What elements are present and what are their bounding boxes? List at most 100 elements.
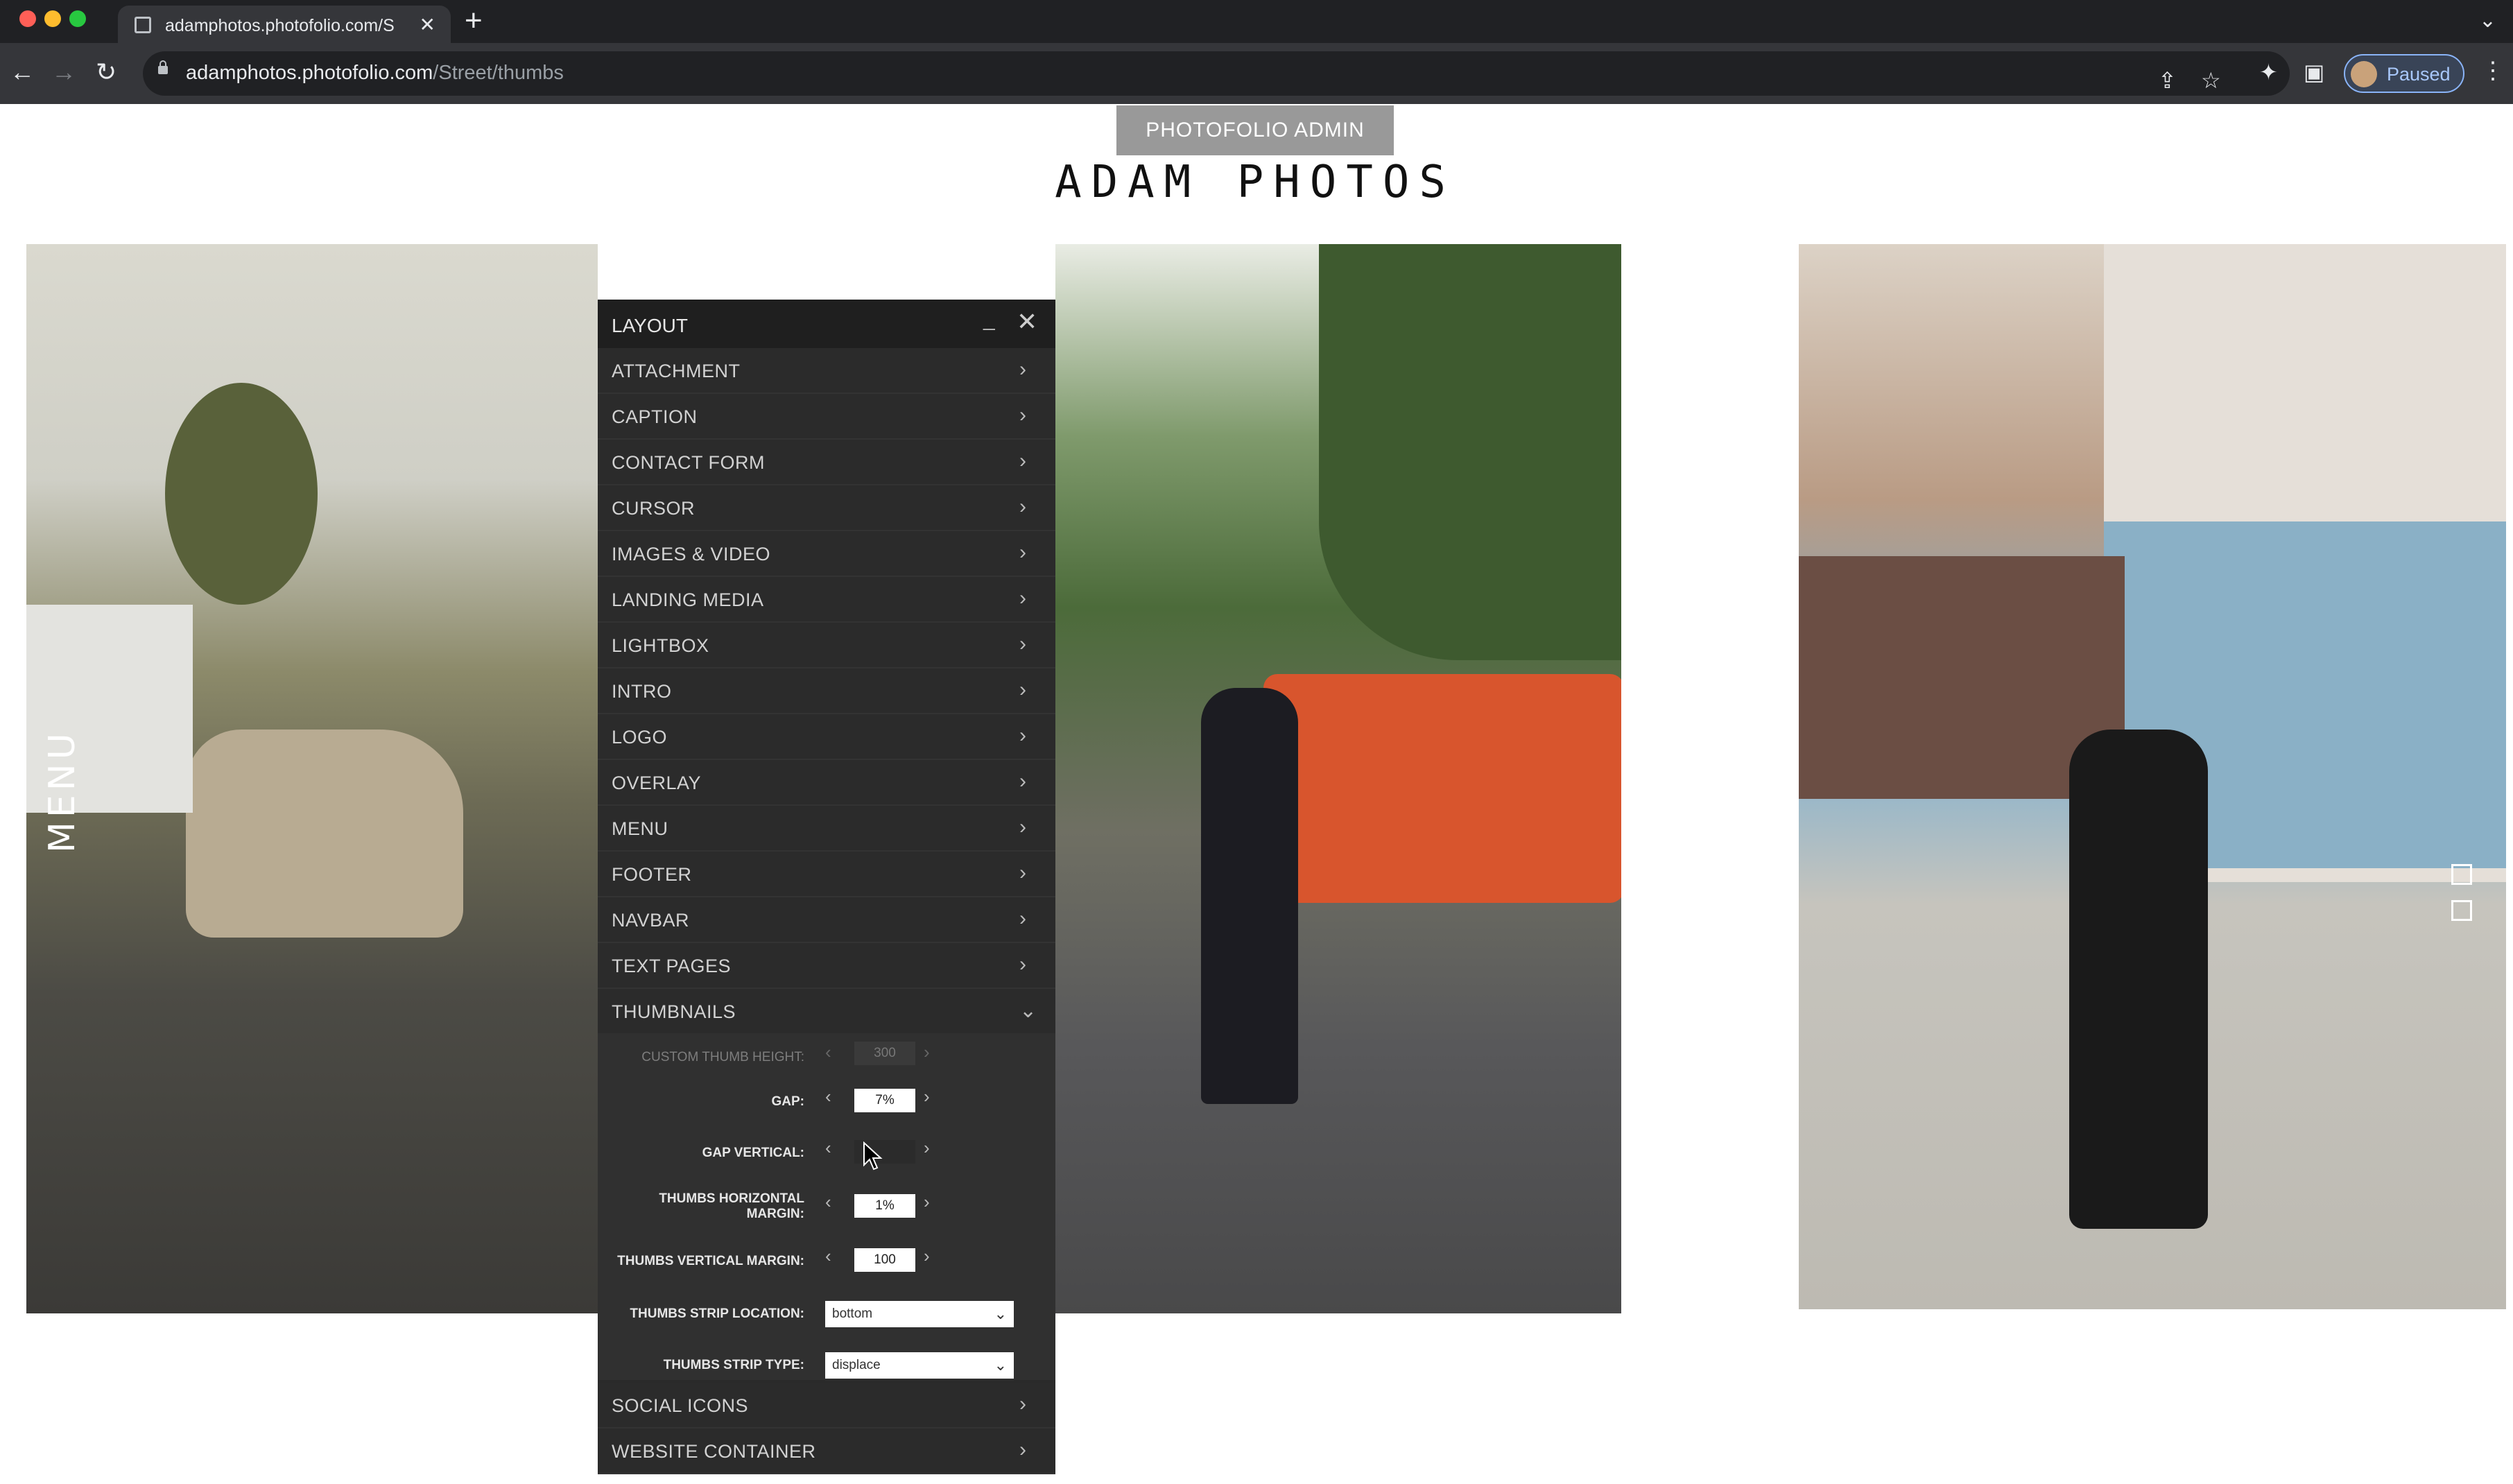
minimize-window-button[interactable] <box>44 10 61 27</box>
section-label: OVERLAY <box>612 773 702 793</box>
close-window-button[interactable] <box>19 10 36 27</box>
thumbs-vertical-margin-input[interactable]: 100 <box>854 1248 915 1272</box>
decrement-gap-vertical-icon[interactable]: ‹ <box>825 1137 831 1159</box>
tab-close-icon[interactable]: ✕ <box>420 13 435 36</box>
sidebar-icon[interactable]: ▣ <box>2304 58 2324 86</box>
chevron-down-icon: ⌄ <box>994 1305 1007 1322</box>
thumbs-strip-type-select[interactable]: displace ⌄ <box>825 1352 1014 1379</box>
chevron-right-icon: › <box>1019 861 1026 884</box>
view-toggle-icons <box>2451 864 2472 936</box>
car-shape <box>186 730 463 938</box>
select-value: displace <box>832 1358 881 1372</box>
share-icon[interactable]: ⇪ <box>2158 67 2177 94</box>
new-tab-button[interactable]: + <box>465 6 483 36</box>
reload-icon[interactable]: ↻ <box>96 57 116 87</box>
section-attachment[interactable]: ATTACHMENT › <box>598 348 1055 394</box>
section-caption[interactable]: CAPTION › <box>598 394 1055 440</box>
section-navbar[interactable]: NAVBAR › <box>598 897 1055 943</box>
increment-v-margin-icon[interactable]: › <box>924 1245 930 1267</box>
section-label: INTRO <box>612 681 672 702</box>
section-thumbnails[interactable]: THUMBNAILS ⌄ <box>598 989 1055 1035</box>
section-menu[interactable]: MENU › <box>598 806 1055 852</box>
url-text[interactable]: adamphotos.photofolio.com/Street/thumbs <box>186 62 564 85</box>
increment-h-margin-icon[interactable]: › <box>924 1191 930 1213</box>
setting-label: THUMBS VERTICAL MARGIN: <box>617 1254 804 1268</box>
section-label: CONTACT FORM <box>612 452 765 473</box>
section-website-container[interactable]: WEBSITE CONTAINER › <box>598 1429 1055 1474</box>
decrement-gap-icon[interactable]: ‹ <box>825 1086 831 1107</box>
profile-button[interactable]: Paused <box>2344 54 2464 93</box>
url-host: adamphotos.photofolio.com <box>186 62 433 84</box>
section-lightbox[interactable]: LIGHTBOX › <box>598 623 1055 668</box>
kebab-menu-icon[interactable]: ⋮ <box>2481 57 2505 85</box>
extensions-icon[interactable]: ✦ <box>2259 58 2278 86</box>
section-social-icons[interactable]: SOCIAL ICONS › <box>598 1383 1055 1429</box>
increment-gap-icon[interactable]: › <box>924 1086 930 1107</box>
section-images-video[interactable]: IMAGES & VIDEO › <box>598 531 1055 577</box>
maximize-window-button[interactable] <box>69 10 86 27</box>
setting-thumbs-horizontal-margin: THUMBS HORIZONTAL MARGIN: ‹ 1% › <box>598 1182 1055 1234</box>
chevron-right-icon: › <box>1019 358 1026 381</box>
thumbnails-settings: CUSTOM THUMB HEIGHT: ‹ 300 › GAP: ‹ 7% ›… <box>598 1033 1055 1380</box>
section-label: CAPTION <box>612 406 698 427</box>
truck-shape <box>1263 674 1621 903</box>
chevron-down-icon: ⌄ <box>1019 999 1037 1022</box>
section-landing-media[interactable]: LANDING MEDIA › <box>598 577 1055 623</box>
menu-toggle[interactable]: MENU <box>42 729 83 853</box>
single-view-icon[interactable] <box>2451 900 2472 921</box>
setting-label: THUMBS STRIP LOCATION: <box>630 1306 804 1321</box>
section-intro[interactable]: INTRO › <box>598 668 1055 714</box>
section-label: ATTACHMENT <box>612 361 741 381</box>
thumbnail-photo-walker[interactable] <box>1799 244 2506 1309</box>
section-footer[interactable]: FOOTER › <box>598 852 1055 897</box>
chevron-right-icon: › <box>1019 1392 1026 1415</box>
setting-gap-vertical: GAP VERTICAL: ‹ › <box>598 1130 1055 1176</box>
browser-toolbar: ← → ↻ adamphotos.photofolio.com/Street/t… <box>0 43 2513 104</box>
chevron-right-icon: › <box>1019 404 1026 426</box>
setting-thumbs-strip-type: THUMBS STRIP TYPE: displace ⌄ <box>598 1341 1055 1380</box>
chevron-right-icon: › <box>1019 907 1026 930</box>
site-title[interactable]: ADAM PHOTOS <box>1040 157 1470 208</box>
avatar <box>2351 61 2377 87</box>
minimize-icon[interactable]: _ <box>983 308 995 331</box>
photofolio-admin-button[interactable]: PHOTOFOLIO ADMIN <box>1116 105 1394 155</box>
star-icon[interactable]: ☆ <box>2201 67 2221 94</box>
setting-custom-thumb-height: CUSTOM THUMB HEIGHT: ‹ 300 › <box>598 1033 1055 1075</box>
setting-label: CUSTOM THUMB HEIGHT: <box>641 1050 804 1064</box>
section-overlay[interactable]: OVERLAY › <box>598 760 1055 806</box>
tree-shape <box>1319 244 1621 660</box>
lock-icon[interactable] <box>158 60 168 74</box>
setting-gap: GAP: ‹ 7% › <box>598 1079 1055 1125</box>
forward-arrow-icon[interactable]: → <box>51 57 76 87</box>
decrement-h-margin-icon[interactable]: ‹ <box>825 1191 831 1213</box>
custom-thumb-height-input: 300 <box>854 1042 915 1065</box>
increment-gap-vertical-icon[interactable]: › <box>924 1137 930 1159</box>
section-text-pages[interactable]: TEXT PAGES › <box>598 943 1055 989</box>
chevron-right-icon: › <box>1019 541 1026 564</box>
section-label: CURSOR <box>612 498 696 519</box>
section-logo[interactable]: LOGO › <box>598 714 1055 760</box>
thumbs-strip-location-select[interactable]: bottom ⌄ <box>825 1301 1014 1327</box>
grid-view-icon[interactable] <box>2451 864 2472 885</box>
chevron-right-icon: › <box>1019 816 1026 838</box>
thumbs-horizontal-margin-input[interactable]: 1% <box>854 1194 915 1218</box>
decrement-v-margin-icon[interactable]: ‹ <box>825 1245 831 1267</box>
chevron-right-icon: › <box>1019 449 1026 472</box>
section-cursor[interactable]: CURSOR › <box>598 485 1055 531</box>
thumbnail-photo-taxi[interactable] <box>26 244 598 1313</box>
tree-shape <box>165 383 318 605</box>
chevron-right-icon: › <box>1019 632 1026 655</box>
setting-label: THUMBS HORIZONTAL MARGIN: <box>659 1191 804 1221</box>
layout-panel-header[interactable]: LAYOUT _ ✕ <box>598 300 1055 348</box>
tab-search-chevron-icon[interactable]: ⌄ <box>2479 8 2496 33</box>
chevron-right-icon: › <box>1019 587 1026 610</box>
browser-tab[interactable]: adamphotos.photofolio.com/S ✕ <box>118 6 451 43</box>
thumbnail-photo-truck[interactable] <box>1055 244 1621 1313</box>
section-contact-form[interactable]: CONTACT FORM › <box>598 440 1055 485</box>
address-bar[interactable]: adamphotos.photofolio.com/Street/thumbs … <box>143 51 2290 96</box>
select-value: bottom <box>832 1306 873 1321</box>
chevron-down-icon: ⌄ <box>994 1356 1007 1374</box>
back-arrow-icon[interactable]: ← <box>10 57 35 87</box>
close-icon[interactable]: ✕ <box>1017 309 1037 334</box>
gap-input[interactable]: 7% <box>854 1089 915 1112</box>
